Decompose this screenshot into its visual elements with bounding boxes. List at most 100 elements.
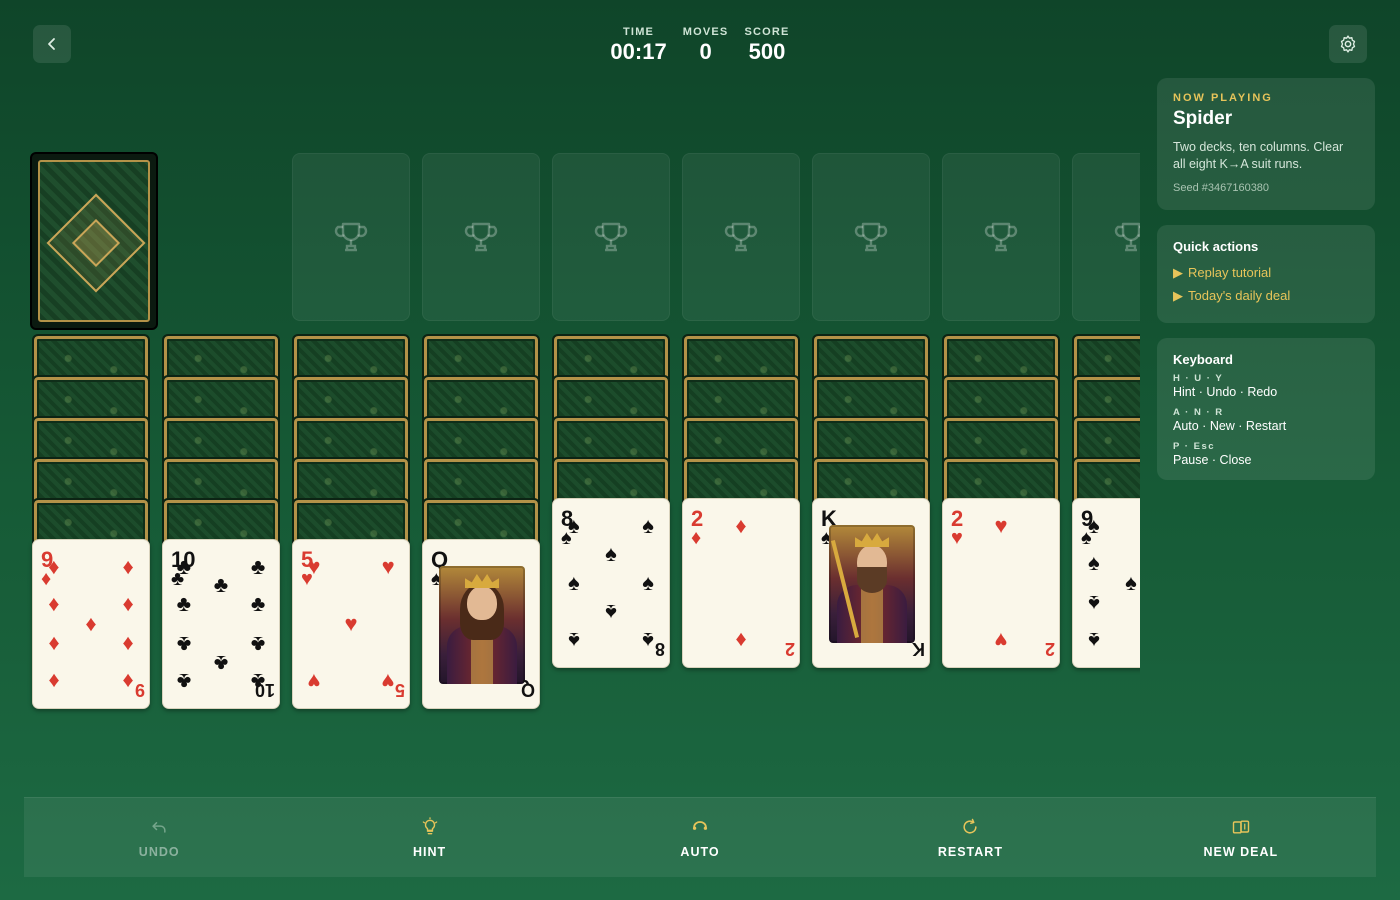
new-deal-button[interactable]: NEW DEAL bbox=[1106, 798, 1376, 877]
action-toolbar: UNDO HINT AUTO RESTART NEW DEAL bbox=[24, 797, 1376, 877]
gear-icon bbox=[1340, 35, 1356, 53]
restart-label: RESTART bbox=[937, 844, 1003, 859]
tableau-card[interactable]: Q ♠ Q bbox=[422, 539, 540, 709]
trophy-icon bbox=[984, 222, 1018, 252]
card-pip: ♣ bbox=[250, 553, 266, 579]
cards-icon bbox=[1232, 819, 1250, 834]
card-pip: ♠ bbox=[642, 570, 654, 595]
undo-button[interactable]: UNDO bbox=[24, 798, 294, 877]
card-pip: ♠ bbox=[1088, 549, 1100, 575]
card-pip: ♥ bbox=[994, 628, 1008, 654]
play-icon: ▶ bbox=[1173, 265, 1183, 280]
king-portrait bbox=[829, 525, 915, 643]
trophy-icon bbox=[594, 222, 628, 252]
card-pip: ♦ bbox=[122, 590, 134, 616]
foundation-slot[interactable] bbox=[812, 153, 930, 321]
card-pip: ♠ bbox=[642, 512, 654, 538]
card-pip: ♣ bbox=[176, 632, 192, 658]
game-title: Spider bbox=[1173, 108, 1233, 129]
card-pip: ♥ bbox=[994, 512, 1008, 538]
new-deal-label: NEW DEAL bbox=[1203, 844, 1279, 859]
card-pip: ♥ bbox=[381, 553, 395, 579]
tableau-card[interactable]: 5 ♥ ♥ ♥ ♥ ♥ ♥ 5 bbox=[292, 539, 410, 709]
card-pip: ♥ bbox=[307, 553, 321, 579]
replay-tutorial-label: Replay tutorial bbox=[1188, 265, 1272, 280]
card-rank-bottom: 2 bbox=[1044, 639, 1055, 659]
settings-button[interactable] bbox=[1329, 25, 1367, 63]
keys-group-3-desc: Pause · Close bbox=[1173, 453, 1252, 467]
lightbulb-icon bbox=[422, 816, 437, 834]
card-pip: ♣ bbox=[176, 553, 192, 579]
quick-actions-panel: Quick actions ▶ Replay tutorial ▶ Today'… bbox=[1157, 225, 1375, 323]
card-pip: ♠ bbox=[1088, 512, 1100, 538]
replay-tutorial-link[interactable]: ▶ Replay tutorial bbox=[1173, 265, 1359, 281]
keys-group-1-desc: Hint · Undo · Redo bbox=[1173, 385, 1278, 399]
card-pip: ♦ bbox=[122, 632, 134, 658]
tableau-card[interactable]: 2 ♦ ♦ ♦ 2 bbox=[682, 498, 800, 668]
auto-label: AUTO bbox=[680, 844, 720, 859]
tableau-card[interactable]: 10 ♣ ♣ ♣ ♣ ♣ ♣ ♣ ♣ ♣ ♣ ♣ 10 bbox=[162, 539, 280, 709]
now-playing-panel: NOW PLAYING Spider Two decks, ten column… bbox=[1157, 78, 1375, 210]
restart-icon bbox=[963, 818, 978, 834]
card-suit: ♥ bbox=[951, 527, 963, 549]
card-pip: ♦ bbox=[735, 512, 747, 538]
hint-label: HINT bbox=[413, 844, 447, 859]
tableau-card[interactable]: 9♠♠♠♠♠♠♠♠♠♠9 bbox=[1072, 498, 1140, 668]
card-pip: ♣ bbox=[176, 590, 192, 616]
keys-group-2: A · N · R bbox=[1173, 407, 1224, 418]
card-pip: ♦ bbox=[122, 669, 134, 695]
seed-label: Seed #3467160380 bbox=[1173, 182, 1270, 194]
card-pip: ♦ bbox=[85, 611, 97, 636]
tableau-card[interactable]: 8 ♠ ♠ ♠ ♠ ♠ ♠ ♠ ♠ ♠ 8 bbox=[552, 498, 670, 668]
foundation-slot[interactable] bbox=[552, 153, 670, 321]
keys-group-2-desc: Auto · New · Restart bbox=[1173, 419, 1287, 433]
card-rank-bottom: 8 bbox=[654, 639, 665, 659]
daily-deal-label: Today's daily deal bbox=[1188, 288, 1291, 303]
foundation-slot[interactable] bbox=[1072, 153, 1140, 321]
card-rank-bottom: 10 bbox=[254, 680, 275, 700]
card-rank-bottom: K bbox=[912, 639, 925, 659]
card-pip: ♠ bbox=[568, 570, 580, 595]
card-pip: ♦ bbox=[48, 632, 60, 658]
auto-button[interactable]: AUTO bbox=[565, 798, 835, 877]
daily-deal-link[interactable]: ▶ Today's daily deal bbox=[1173, 288, 1359, 304]
card-pip: ♠ bbox=[1088, 628, 1100, 654]
stock-pile[interactable] bbox=[30, 152, 158, 330]
tableau-card[interactable]: K ♠ K bbox=[812, 498, 930, 668]
undo-icon bbox=[152, 821, 166, 833]
card-pip: ♠ bbox=[605, 541, 617, 567]
quick-actions-title: Quick actions bbox=[1173, 239, 1259, 254]
card-pip: ♦ bbox=[48, 590, 60, 616]
keyboard-panel: Keyboard H · U · Y Hint · Undo · Redo A … bbox=[1157, 338, 1375, 480]
undo-label: UNDO bbox=[138, 844, 180, 859]
card-pip: ♦ bbox=[48, 669, 60, 695]
hint-button[interactable]: HINT bbox=[294, 798, 564, 877]
card-pip: ♠ bbox=[568, 628, 580, 654]
card-suit: ♦ bbox=[691, 527, 702, 549]
card-pip: ♦ bbox=[122, 553, 134, 579]
queen-portrait bbox=[439, 566, 525, 684]
keyboard-title: Keyboard bbox=[1173, 352, 1233, 367]
card-pip: ♣ bbox=[250, 632, 266, 658]
keys-group-1: H · U · Y bbox=[1173, 373, 1224, 384]
trophy-icon bbox=[724, 222, 758, 252]
card-pip: ♣ bbox=[213, 650, 229, 676]
foundation-slot[interactable] bbox=[292, 153, 410, 321]
card-pip: ♠ bbox=[642, 628, 654, 654]
card-pip: ♠ bbox=[605, 599, 617, 625]
game-board: 9 ♦ ♦ ♦ ♦ ♦ ♦ ♦ ♦ ♦ ♦ 9 10 ♣ ♣ ♣ ♣ ♣ ♣ ♣ ♣ ♣ ♣ ♣ 10 5 ♥ ♥ ♥ ♥ ♥ ♥ 5 Q ♠ Q 8 ♠… bbox=[0, 0, 1140, 780]
tableau-card[interactable]: 9 ♦ ♦ ♦ ♦ ♦ ♦ ♦ ♦ ♦ ♦ 9 bbox=[32, 539, 150, 709]
card-pip: ♣ bbox=[176, 669, 192, 695]
foundation-slot[interactable] bbox=[942, 153, 1060, 321]
card-pip: ♥ bbox=[344, 611, 358, 636]
foundation-slot[interactable] bbox=[422, 153, 540, 321]
trophy-icon bbox=[1114, 222, 1140, 252]
card-rank-bottom: 9 bbox=[134, 680, 145, 700]
foundation-slot[interactable] bbox=[682, 153, 800, 321]
trophy-icon bbox=[854, 222, 888, 252]
now-playing-label: NOW PLAYING bbox=[1173, 92, 1273, 104]
tableau-card[interactable]: 2 ♥ ♥ ♥ 2 bbox=[942, 498, 1060, 668]
play-icon: ▶ bbox=[1173, 288, 1183, 303]
card-pip: ♠ bbox=[1088, 591, 1100, 617]
restart-button[interactable]: RESTART bbox=[835, 798, 1105, 877]
